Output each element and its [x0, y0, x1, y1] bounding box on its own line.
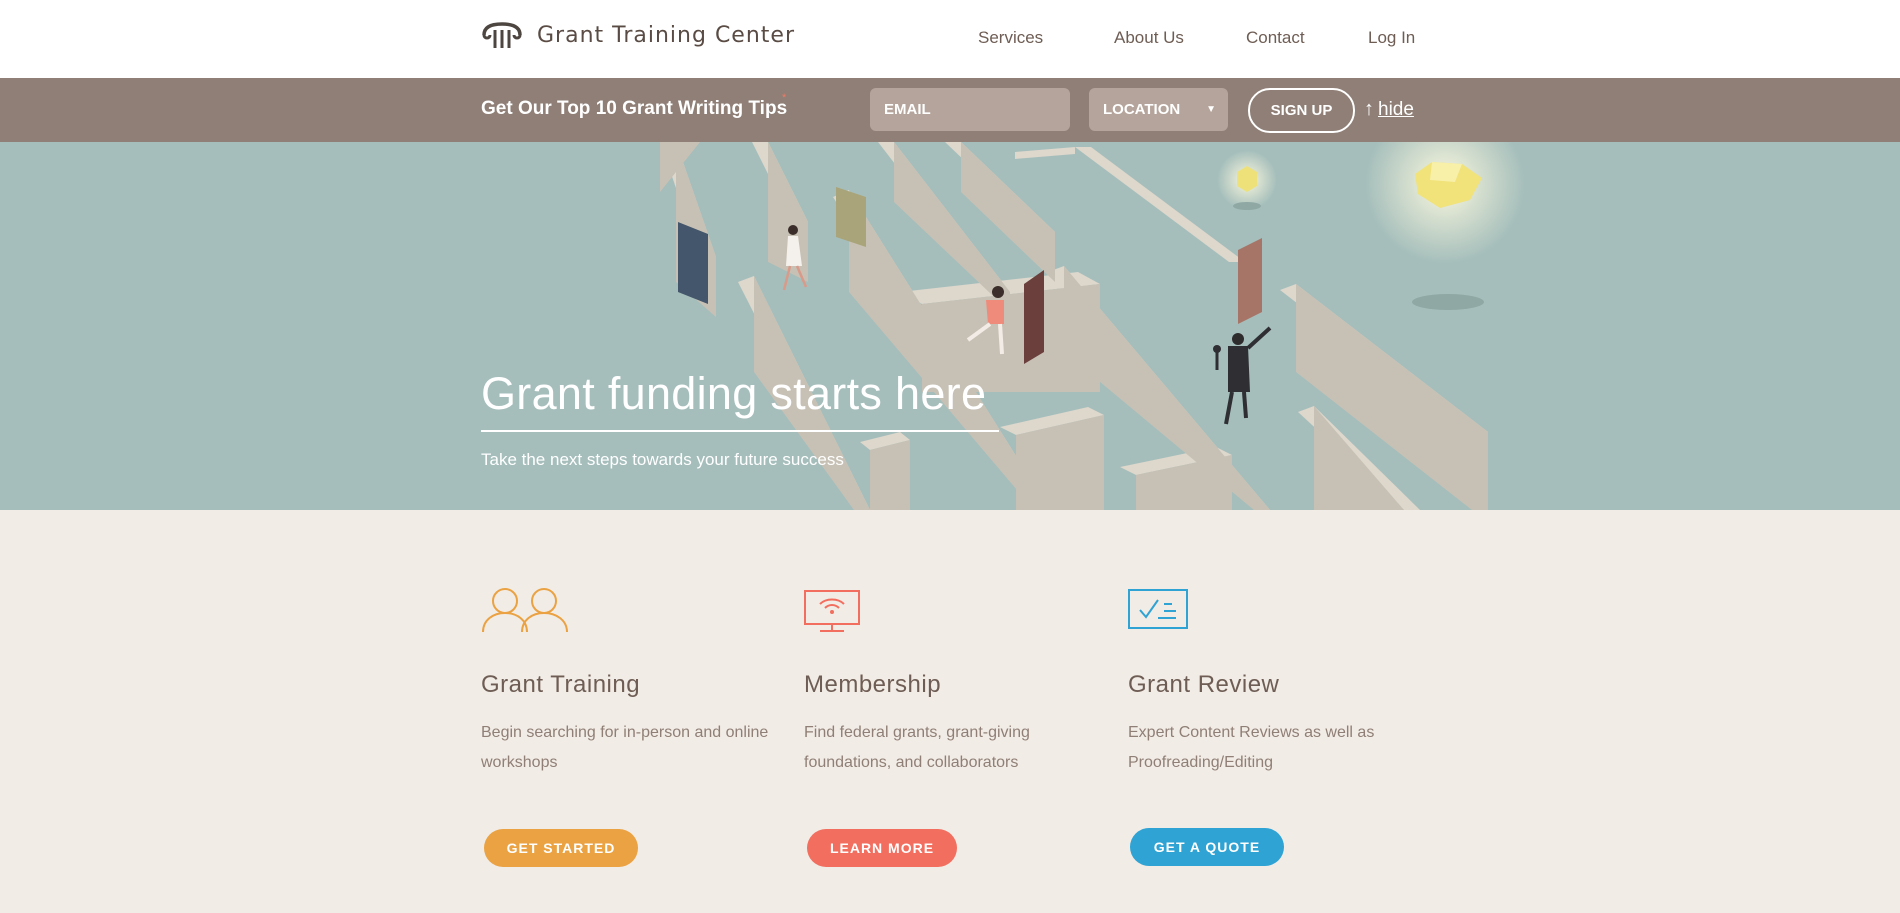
learn-more-button[interactable]: LEARN MORE [807, 829, 957, 867]
dropdown-caret-icon: ▼ [1206, 104, 1216, 115]
hero-title-underline [481, 430, 999, 432]
get-a-quote-button[interactable]: GET A QUOTE [1130, 828, 1284, 866]
nav-contact[interactable]: Contact [1246, 28, 1305, 48]
sign-up-button[interactable]: SIGN UP [1248, 88, 1355, 133]
card-membership: Membership Find federal grants, grant-gi… [804, 586, 1104, 867]
required-asterisk: * [782, 92, 787, 104]
email-input[interactable]: EMAIL [870, 88, 1070, 131]
checklist-icon [1128, 589, 1188, 629]
card-description: Find federal grants, grant-giving founda… [804, 724, 1030, 771]
get-started-button[interactable]: GET STARTED [484, 829, 638, 867]
hero-subtitle: Take the next steps towards your future … [481, 450, 844, 469]
column-logo-icon [482, 22, 522, 48]
people-icon [482, 588, 568, 633]
card-title: Grant Review [1128, 671, 1280, 698]
signup-headline: Get Our Top 10 Grant Writing Tips [481, 98, 788, 119]
location-select[interactable]: LOCATION ▼ [1089, 88, 1228, 131]
hide-label: hide [1378, 99, 1414, 120]
hide-bar-link[interactable]: ↑ hide [1364, 98, 1414, 121]
brand-logo[interactable]: Grant Training Center [481, 20, 795, 50]
up-arrow-icon: ↑ [1364, 98, 1374, 120]
nav-log-in[interactable]: Log In [1368, 28, 1415, 48]
hero-banner: Grant funding starts here Take the next … [0, 142, 1900, 510]
nav-about-us[interactable]: About Us [1114, 28, 1184, 48]
maze-illustration [660, 142, 1525, 510]
site-header: Grant Training Center Services About Us … [0, 0, 1900, 78]
nav-services[interactable]: Services [978, 28, 1043, 48]
monitor-wifi-icon [804, 590, 860, 632]
card-description: Begin searching for in-person and online… [481, 724, 769, 771]
card-title: Membership [804, 671, 942, 698]
location-select-value: LOCATION [1103, 101, 1181, 118]
hero-title: Grant funding starts here [481, 368, 987, 419]
card-grant-training: Grant Training Begin searching for in-pe… [481, 586, 781, 867]
brand-name: Grant Training Center [537, 22, 795, 48]
card-description: Expert Content Reviews as well as Proofr… [1128, 724, 1375, 771]
newsletter-signup-bar: Get Our Top 10 Grant Writing Tips * EMAI… [0, 78, 1900, 142]
card-title: Grant Training [481, 671, 641, 698]
figure-man-suit [1213, 326, 1272, 425]
card-grant-review: Grant Review Expert Content Reviews as w… [1128, 586, 1428, 866]
